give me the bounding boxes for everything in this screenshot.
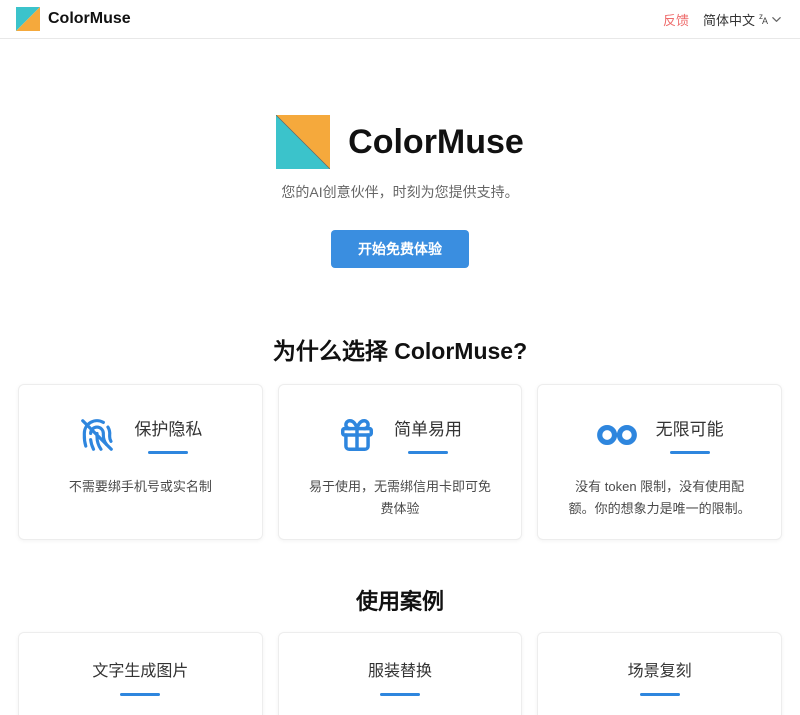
why-section: 为什么选择 ColorMuse? 保护隐私 xyxy=(0,332,800,540)
usecase-card-clothes-swap: 服装替换 xyxy=(278,632,523,715)
fingerprint-off-icon xyxy=(78,416,116,454)
brand-name: ColorMuse xyxy=(48,10,131,28)
feature-card-title: 无限可能 xyxy=(656,415,724,440)
usecase-card-scene-recreate: 场景复刻 xyxy=(537,632,782,715)
feature-card-description: 不需要绑手机号或实名制 xyxy=(19,476,262,498)
why-section-title: 为什么选择 ColorMuse? xyxy=(0,332,800,366)
gift-icon xyxy=(338,416,376,454)
colormuse-logo-icon xyxy=(16,7,40,31)
infinity-icon xyxy=(596,423,638,447)
header-brand[interactable]: ColorMuse xyxy=(16,7,131,31)
language-switcher[interactable]: 简体中文 zA xyxy=(703,10,782,29)
feature-card-title: 简单易用 xyxy=(394,415,462,440)
hero-subtitle: 您的AI创意伙伴，时刻为您提供支持。 xyxy=(0,182,800,202)
usecase-cards-row: 文字生成图片 服装替换 场景复刻 xyxy=(0,632,800,715)
title-underline xyxy=(408,451,448,454)
usecase-card-title: 文字生成图片 xyxy=(92,657,188,681)
feature-cards-row: 保护隐私 不需要绑手机号或实名制 简单易用 xyxy=(0,384,800,540)
usecase-card-title: 场景复刻 xyxy=(628,657,692,681)
hero-section: ColorMuse 您的AI创意伙伴，时刻为您提供支持。 开始免费体验 xyxy=(0,115,800,268)
feature-card-unlimited: 无限可能 没有 token 限制，没有使用配额。你的想象力是唯一的限制。 xyxy=(537,384,782,540)
language-label: 简体中文 xyxy=(703,10,755,29)
colormuse-hero-logo-icon xyxy=(276,115,330,169)
feature-card-title: 保护隐私 xyxy=(134,415,202,440)
start-free-trial-button[interactable]: 开始免费体验 xyxy=(331,230,469,268)
feature-card-privacy: 保护隐私 不需要绑手机号或实名制 xyxy=(18,384,263,540)
top-header: ColorMuse 反馈 简体中文 zA xyxy=(0,0,800,39)
usecase-section-title: 使用案例 xyxy=(0,584,800,616)
translate-icon: zA xyxy=(759,13,767,26)
title-underline xyxy=(120,693,160,696)
usecase-section: 使用案例 文字生成图片 服装替换 场景复刻 xyxy=(0,584,800,715)
title-underline xyxy=(640,693,680,696)
title-underline xyxy=(380,693,420,696)
feature-card-description: 没有 token 限制，没有使用配额。你的想象力是唯一的限制。 xyxy=(538,476,781,520)
feature-card-description: 易于使用，无需绑信用卡即可免费体验 xyxy=(279,476,522,520)
usecase-card-title: 服装替换 xyxy=(368,657,432,681)
title-underline xyxy=(148,451,188,454)
usecase-card-text-to-image: 文字生成图片 xyxy=(18,632,263,715)
feedback-link[interactable]: 反馈 xyxy=(663,10,689,29)
title-underline xyxy=(670,451,710,454)
chevron-down-icon xyxy=(771,14,782,25)
hero-title: ColorMuse xyxy=(348,123,524,162)
feature-card-easy: 简单易用 易于使用，无需绑信用卡即可免费体验 xyxy=(278,384,523,540)
